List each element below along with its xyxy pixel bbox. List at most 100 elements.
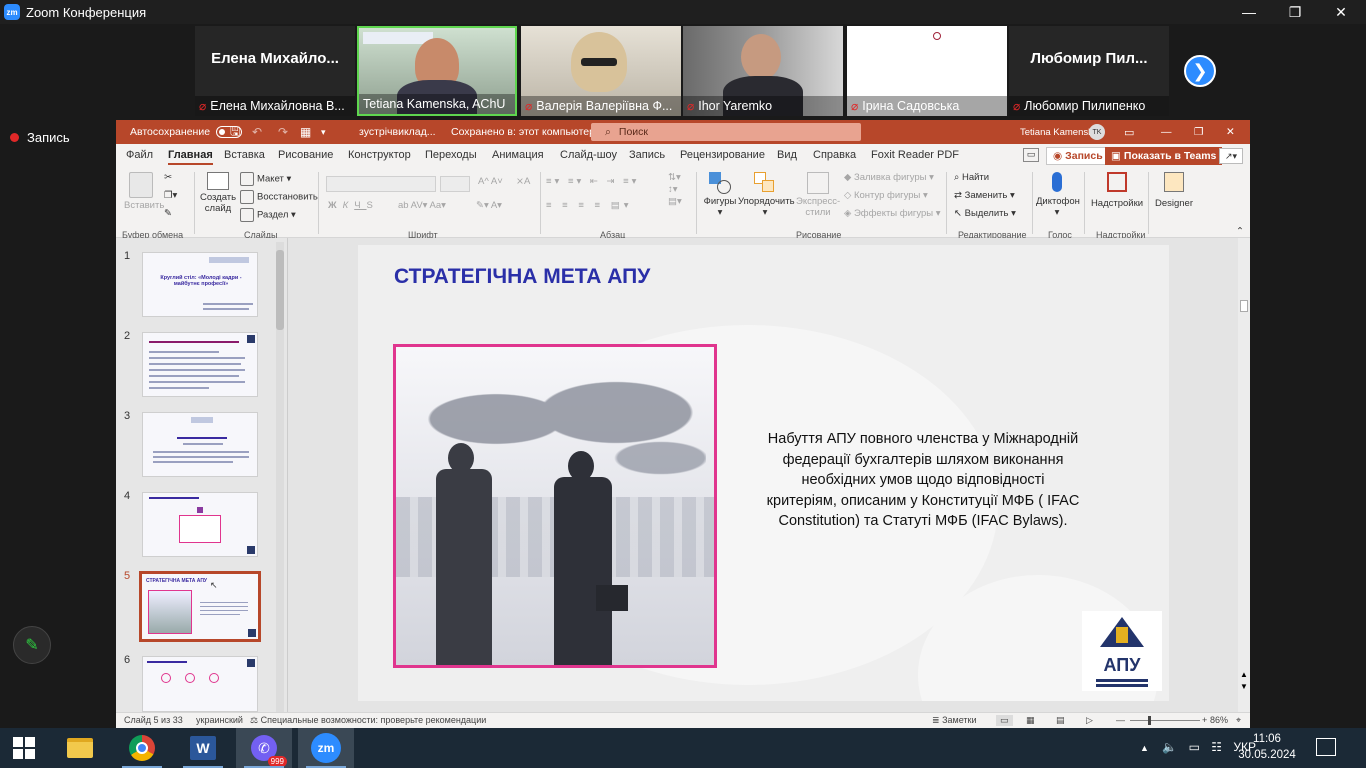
clear-format-icon[interactable]: ⨯A [516,176,530,187]
undo-icon[interactable]: ↶ [252,120,262,144]
font-style-buttons[interactable]: ЖКЧS [328,200,379,211]
saved-status[interactable]: Сохранено в: этот компьютер ▾ [451,120,603,144]
select-button[interactable]: ↖ Выделить ▾ [954,208,1016,219]
participant-tile[interactable]: Елена Михайло... ⌀ Елена Михайловна В... [195,26,355,116]
close-icon[interactable]: ✕ [1318,0,1364,24]
search-box[interactable]: ⌕ Поиск [591,123,861,141]
tab-help[interactable]: Справка [813,149,856,161]
show-in-teams-button[interactable]: ▣ Показать в Teams [1105,147,1223,165]
zoom-slider[interactable] [1130,720,1200,721]
maximize-icon[interactable]: ❐ [1272,0,1318,24]
paste-button[interactable]: Вставить [124,172,164,211]
new-slide-button[interactable]: Создать слайд [200,172,236,214]
participant-tile[interactable]: ⌀ Ірина Садовська [847,26,1007,116]
tab-animations[interactable]: Анимация [492,149,544,161]
share-icon[interactable]: ↗▾ [1219,148,1243,164]
business-handshake-image[interactable] [393,344,717,668]
font-size-select[interactable] [440,176,470,192]
next-participants-button[interactable]: ❯ [1184,55,1216,87]
tab-design[interactable]: Конструктор [348,149,411,161]
slide-thumbnail-2[interactable] [142,332,258,397]
recording-indicator[interactable]: Запись [10,130,70,145]
redo-icon[interactable]: ↷ [278,120,288,144]
viber-icon[interactable]: ✆ 999 [236,728,292,768]
reset-button[interactable]: Восстановить [240,190,318,204]
quick-styles-button[interactable]: Экспресс-стили [796,172,840,218]
record-button[interactable]: ◉ Запись [1046,147,1110,165]
file-explorer-icon[interactable] [52,728,108,768]
word-icon[interactable]: W [175,728,231,768]
present-icon[interactable]: ▦ [300,120,311,144]
tab-foxit[interactable]: Foxit Reader PDF [871,149,959,161]
prev-slide-icon[interactable]: ▲ [1240,670,1248,679]
minimize-icon[interactable]: — [1226,0,1272,24]
battery-icon[interactable]: ▭ [1189,740,1200,754]
comments-icon[interactable]: ▭ [1023,148,1039,162]
ppt-minimize-icon[interactable]: — [1161,120,1172,144]
slide-thumbnail-5-selected[interactable]: СТРАТЕГІЧНА МЕТА АПУ ↖ [139,571,261,642]
increase-font-icon[interactable]: A^ A˅ [478,176,503,187]
tab-transitions[interactable]: Переходы [425,149,477,161]
slide-vertical-scrollbar[interactable]: ▲ ▼ [1238,238,1250,712]
tab-record[interactable]: Запись [629,149,665,161]
list-buttons[interactable]: ≡▾ ≡▾ ⇤ ⇥ ≡▾ [546,176,639,187]
network-icon[interactable]: ☷ [1211,740,1222,754]
align-buttons[interactable]: ≡ ≡ ≡ ≡ ▤▾ [546,200,632,211]
language-indicator[interactable]: украинский [196,715,243,725]
tab-insert[interactable]: Вставка [224,149,265,161]
slide-thumbnail-4[interactable] [142,492,258,557]
zoom-out-icon[interactable]: — [1116,715,1125,725]
ppt-restore-icon[interactable]: ❐ [1194,120,1203,144]
next-slide-icon[interactable]: ▼ [1240,682,1248,691]
slide-5[interactable]: СТРАТЕГІЧНА МЕТА АПУ Набуття АПУ повного… [358,245,1169,701]
file-name[interactable]: зустрічвиклад... [359,120,436,144]
copy-icon[interactable]: ❐▾ [164,190,177,201]
user-name[interactable]: Tetiana Kamenska [1020,120,1098,144]
addins-button[interactable]: Надстройки [1090,172,1144,209]
format-painter-icon[interactable]: ✎ [164,208,172,219]
user-avatar[interactable]: TK [1089,124,1105,140]
ppt-close-icon[interactable]: ✕ [1226,120,1235,144]
reading-view-icon[interactable]: ▤ [1056,715,1065,726]
participant-tile[interactable]: ⌀ Ihor Yaremko [683,26,843,116]
autosave[interactable]: Автосохранение [130,120,243,144]
shapes-button[interactable]: Фигуры ▾ [702,172,738,218]
slide-thumbnail-3[interactable] [142,412,258,477]
slide-title[interactable]: СТРАТЕГІЧНА МЕТА АПУ [394,265,650,289]
shape-outline-button[interactable]: ◇ Контур фигуры ▾ [844,190,928,201]
arrange-button[interactable]: Упорядочить ▾ [738,172,795,218]
ribbon-display-icon[interactable]: ▭ [1124,120,1134,144]
apu-logo[interactable]: АПУ [1082,611,1162,691]
volume-icon[interactable]: 🔈 [1162,740,1177,754]
tab-file[interactable]: Файл [126,149,153,161]
normal-view-icon[interactable]: ▭ [996,715,1013,726]
cut-icon[interactable]: ✂ [164,172,172,183]
annotate-pen-icon[interactable]: ✎ [13,626,51,664]
tab-view[interactable]: Вид [777,149,797,161]
chrome-icon[interactable] [114,728,170,768]
participant-tile-active[interactable]: Tetiana Kamenska, AChU [357,26,517,116]
tab-draw[interactable]: Рисование [278,149,333,161]
shape-effects-button[interactable]: ◈ Эффекты фигуры ▾ [844,208,941,219]
slide-thumbnail-6[interactable] [142,656,258,712]
designer-button[interactable]: Designer [1152,172,1196,209]
tab-review[interactable]: Рецензирование [680,149,765,161]
slide-sorter-icon[interactable]: ▦ [1026,715,1035,726]
layout-button[interactable]: Макет ▾ [240,172,291,186]
font-color-icon[interactable]: ✎▾ A▾ [476,200,502,211]
section-button[interactable]: Раздел ▾ [240,208,296,222]
text-direction-icon[interactable]: ⇅▾ ↕▾ ▤▾ [668,172,682,208]
customize-qat-icon[interactable]: ▾ [321,120,326,144]
notifications-icon[interactable] [1316,738,1336,756]
zoom-app-icon[interactable]: zm [298,728,354,768]
notes-button[interactable]: ≣ Заметки [932,715,977,726]
scrollbar-thumb[interactable] [276,250,284,330]
tab-slideshow[interactable]: Слайд-шоу [560,149,617,161]
windows-start-icon[interactable] [0,728,48,768]
replace-button[interactable]: ⇄ Заменить ▾ [954,190,1015,201]
font-name-select[interactable] [326,176,436,192]
zoom-slider-thumb[interactable] [1148,716,1151,725]
tab-home[interactable]: Главная [168,149,213,165]
participant-tile[interactable]: Любомир Пил... ⌀ Любомир Пилипенко [1009,26,1169,116]
slide-thumbnail-1[interactable]: Круглий стіл: «Молоді кадри - майбутнє п… [142,252,258,317]
